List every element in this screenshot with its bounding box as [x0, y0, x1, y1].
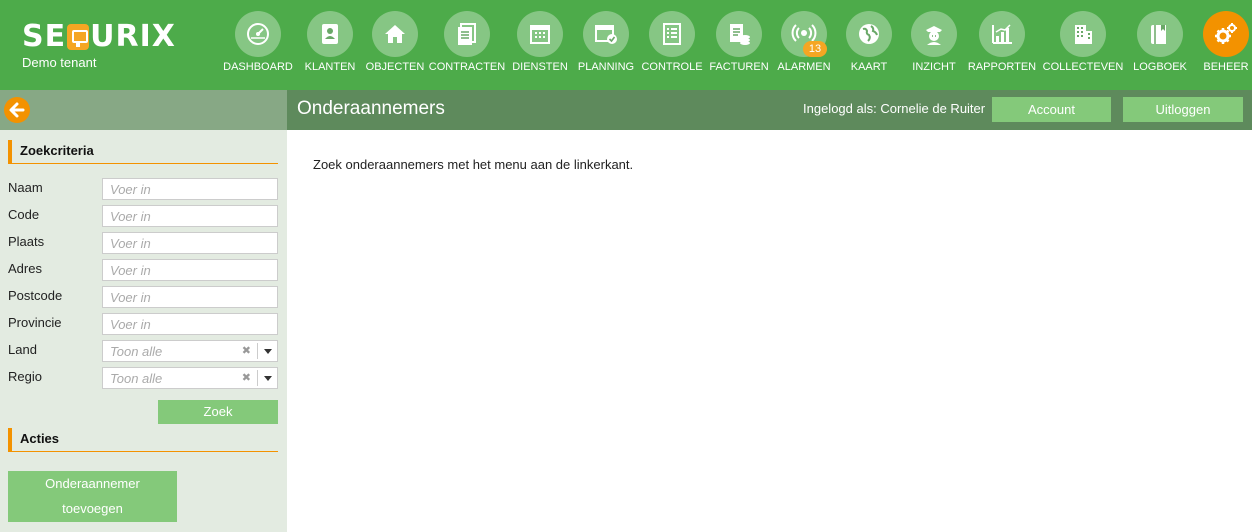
nav-label: OBJECTEN	[365, 61, 425, 73]
arrow-left-icon	[9, 102, 25, 118]
adres-label: Adres	[8, 261, 42, 276]
nav-label: CONTROLE	[641, 61, 703, 73]
checklist-icon	[649, 11, 695, 57]
nav-label: BEHEER	[1203, 61, 1249, 73]
nav-label: DASHBOARD	[223, 61, 293, 73]
globe-icon	[846, 11, 892, 57]
search-button[interactable]: Zoek	[158, 400, 278, 424]
alarm-count-badge: 13	[803, 41, 827, 57]
documents-icon	[444, 11, 490, 57]
account-button[interactable]: Account	[992, 97, 1111, 122]
chevron-down-icon[interactable]	[264, 376, 272, 381]
nav-label: KLANTEN	[304, 61, 356, 73]
provincie-label: Provincie	[8, 315, 62, 330]
empty-state-message: Zoek onderaannemers met het menu aan de …	[313, 157, 634, 172]
gears-icon	[1203, 11, 1249, 57]
chevron-down-icon[interactable]	[264, 349, 272, 354]
nav-label: PLANNING	[577, 61, 635, 73]
brand-text-end: URIX	[90, 19, 176, 54]
gauge-icon	[235, 11, 281, 57]
nav-label: RAPPORTEN	[967, 61, 1037, 73]
nav-label: KAART	[850, 61, 888, 73]
code-input[interactable]	[102, 205, 278, 227]
tenant-name: Demo tenant	[22, 55, 97, 70]
sidebar-header	[0, 90, 287, 130]
brand-logo-mark-icon	[67, 24, 90, 50]
nav-label: CONTRACTEN	[428, 61, 506, 73]
logout-button[interactable]: Uitloggen	[1123, 97, 1243, 122]
plaats-label: Plaats	[8, 234, 45, 249]
nav-label: DIENSTEN	[512, 61, 568, 73]
select-divider	[257, 343, 258, 359]
nav-label: LOGBOEK	[1133, 61, 1187, 73]
top-header: SE URIX Demo tenant DASHBOARD KLANTEN OBJ…	[0, 0, 1252, 90]
adres-input[interactable]	[102, 259, 278, 281]
select-divider	[257, 370, 258, 386]
nav-label: ALARMEN	[777, 61, 831, 73]
calendar-check-icon	[583, 11, 629, 57]
brand-text-start: SE	[22, 19, 67, 54]
nav-label: FACTUREN	[709, 61, 769, 73]
naam-input[interactable]	[102, 178, 278, 200]
add-button-line-2: toevoegen	[62, 501, 123, 516]
guard-icon	[911, 11, 957, 57]
regio-select-value: Toon alle	[110, 371, 163, 386]
add-subcontractor-button[interactable]: Onderaannemer toevoegen	[8, 471, 177, 522]
provincie-input[interactable]	[102, 313, 278, 335]
postcode-label: Postcode	[8, 288, 63, 303]
code-label: Code	[8, 207, 40, 222]
nav-label: COLLECTEVEN	[1042, 61, 1124, 73]
invoice-coins-icon	[716, 11, 762, 57]
land-label: Land	[8, 342, 37, 357]
building-icon	[1060, 11, 1106, 57]
regio-select[interactable]: Toon alle ✖	[102, 367, 278, 389]
back-button[interactable]	[4, 97, 30, 123]
postcode-input[interactable]	[102, 286, 278, 308]
brand-wordmark: SE URIX	[22, 20, 176, 54]
naam-label: Naam	[8, 180, 43, 195]
add-button-line-1: Onderaannemer	[45, 476, 140, 491]
plaats-input[interactable]	[102, 232, 278, 254]
logged-in-user: Ingelogd als: Cornelie de Ruiter	[803, 101, 986, 116]
land-select[interactable]: Toon alle ✖	[102, 340, 278, 362]
search-sidebar: Zoekcriteria Naam Code Plaats Adres Post…	[0, 130, 287, 532]
land-select-value: Toon alle	[110, 344, 163, 359]
contacts-book-icon	[307, 11, 353, 57]
page-header: Onderaannemers Ingelogd als: Cornelie de…	[287, 90, 1252, 130]
calendar-grid-icon	[517, 11, 563, 57]
clear-icon[interactable]: ✖	[242, 371, 251, 384]
clear-icon[interactable]: ✖	[242, 344, 251, 357]
nav-label: INZICHT	[912, 61, 956, 73]
bar-chart-icon	[979, 11, 1025, 57]
page-title: Onderaannemers	[297, 98, 445, 119]
book-icon	[1137, 11, 1183, 57]
home-icon	[372, 11, 418, 57]
actions-heading: Acties	[8, 428, 278, 452]
regio-label: Regio	[8, 369, 42, 384]
main-content: Zoek onderaannemers met het menu aan de …	[287, 130, 1252, 532]
app-logo[interactable]: SE URIX Demo tenant	[22, 20, 176, 71]
search-criteria-heading: Zoekcriteria	[8, 140, 278, 164]
